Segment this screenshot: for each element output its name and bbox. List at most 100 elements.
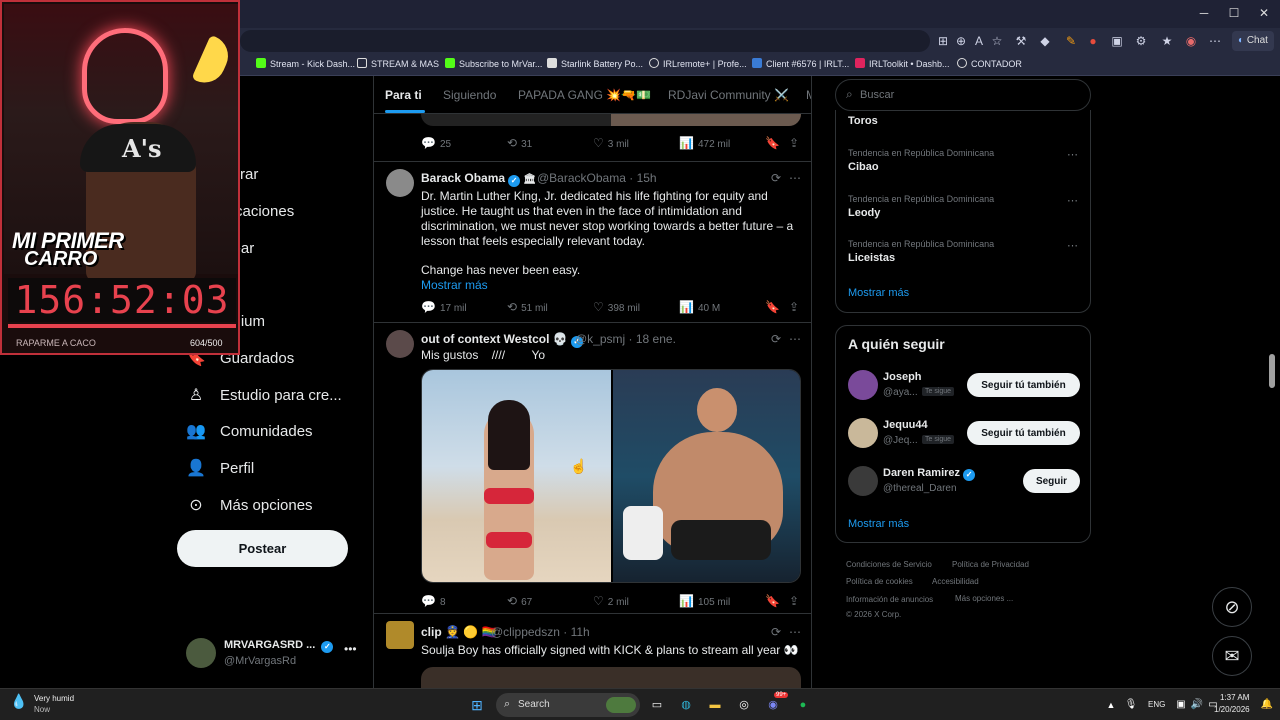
bookmark-button[interactable]: 🔖	[765, 136, 784, 150]
bookmark-button[interactable]: 🔖	[765, 594, 784, 608]
grok-explain-icon[interactable]: ⟳	[771, 625, 781, 639]
messages-fab-button[interactable]: ✉	[1212, 636, 1252, 676]
weather-widget[interactable]: 💧	[10, 693, 30, 715]
trend-item[interactable]: Tendencia en República Dominicana Leody …	[836, 190, 1090, 234]
clock-date[interactable]: 1/20/2026	[1214, 705, 1250, 714]
read-aloud-icon[interactable]: A	[970, 32, 988, 50]
windows-start-icon[interactable]: ⊞	[468, 697, 486, 713]
tab-papada-gang[interactable]: PAPADA GANG 💥🔫💵	[518, 88, 651, 102]
bookmark-item[interactable]: IRLremote+ | Profe...	[649, 58, 747, 69]
notifications-icon[interactable]: 🔔	[1258, 697, 1276, 713]
bookmark-item[interactable]: IRLToolkit • Dashb...	[855, 58, 950, 69]
like-button[interactable]: ♡ 3 mil	[593, 136, 629, 150]
extension-4-icon[interactable]: ●	[1084, 32, 1102, 50]
nav-more-options[interactable]: ⊙ Más opciones	[186, 490, 312, 520]
trend-more-icon[interactable]: ⋯	[1067, 194, 1078, 207]
tweet-more-icon[interactable]: ⋯	[789, 332, 801, 346]
footer-link[interactable]: Más opciones ...	[955, 594, 1013, 603]
tweet-clippedszn[interactable]: clip 👮 🟡 🏳️‍🌈 @clippedszn · 11h ⟳ ⋯ Soul…	[374, 615, 811, 688]
reply-button[interactable]: 💬 17 mil	[421, 300, 467, 314]
clock-time[interactable]: 1:37 AM	[1220, 693, 1249, 702]
app-available-icon[interactable]: ⊞	[934, 32, 952, 50]
trend-more-icon[interactable]: ⋯	[1067, 148, 1078, 161]
nav-creator-studio[interactable]: ♙ Estudio para cre...	[186, 380, 342, 410]
footer-link[interactable]: Accesibilidad	[932, 577, 979, 586]
tab-more[interactable]: M	[806, 88, 811, 102]
extension-3-icon[interactable]: ✎	[1062, 32, 1080, 50]
bookmark-item[interactable]: STREAM & MAS	[357, 58, 439, 69]
share-button[interactable]: ⇪	[789, 136, 803, 150]
language-indicator[interactable]: ENG	[1148, 700, 1165, 709]
bookmark-item[interactable]: Subscribe to MrVar...	[445, 58, 542, 69]
page-scrollbar[interactable]	[1266, 76, 1278, 688]
tweet-barack-obama[interactable]: Barack Obama ✓ 🏛 @BarackObama · 15h ⟳ ⋯ D…	[374, 163, 811, 323]
scrollbar-thumb[interactable]	[1269, 354, 1275, 388]
extension-2-icon[interactable]: ◆	[1036, 32, 1054, 50]
obs-icon[interactable]: ◎	[735, 697, 753, 713]
nav-communities[interactable]: 👥 Comunidades	[186, 416, 313, 446]
tweet-out-of-context-westcol[interactable]: out of context Westcol 💀 ✓ @k_psmj · 18 e…	[374, 324, 811, 614]
reply-button[interactable]: 💬 8	[421, 594, 446, 608]
favorites-icon[interactable]: ★	[1158, 32, 1176, 50]
tweet-more-icon[interactable]: ⋯	[789, 625, 801, 639]
account-more-icon[interactable]: •••	[344, 642, 357, 656]
follow-suggestion[interactable]: Joseph @aya... Te sigue Seguir tú tambié…	[836, 366, 1090, 410]
bookmark-item[interactable]: Stream - Kick Dash...	[256, 58, 355, 69]
address-bar[interactable]: ⊞ ⊕ A ☆	[240, 30, 1002, 52]
trend-item[interactable]: Tendencia en República Dominicana Liceis…	[836, 235, 1090, 279]
bookmark-item[interactable]: Starlink Battery Po...	[547, 58, 643, 69]
zoom-icon[interactable]: ⊕	[952, 32, 970, 50]
footer-link[interactable]: Condiciones de Servicio	[846, 560, 932, 569]
repost-button[interactable]: ⟲ 31	[507, 136, 532, 150]
footer-link[interactable]: Política de Privacidad	[952, 560, 1029, 569]
maximize-icon[interactable]: ☐	[1224, 6, 1244, 20]
tab-following[interactable]: Siguiendo	[443, 88, 496, 102]
views-button[interactable]: 📊 472 mil	[679, 136, 730, 150]
taskbar-search[interactable]: ⌕ Search	[496, 693, 640, 717]
search-box[interactable]: ⌕ Buscar	[835, 79, 1091, 111]
tweet-photo-1[interactable]	[422, 370, 611, 582]
bookmark-item[interactable]: CONTADOR	[957, 58, 1022, 69]
grok-explain-icon[interactable]: ⟳	[771, 171, 781, 185]
task-view-icon[interactable]: ▭	[648, 697, 666, 713]
bookmark-button[interactable]: 🔖	[765, 300, 784, 314]
favorite-star-icon[interactable]: ☆	[988, 32, 1006, 50]
tweet-media[interactable]	[421, 667, 801, 688]
minimize-icon[interactable]: ─	[1194, 6, 1214, 20]
post-button[interactable]: Postear	[177, 530, 348, 567]
extensions-icon[interactable]: ⚙	[1132, 32, 1150, 50]
menu-dots-icon[interactable]: ⋯	[1206, 32, 1224, 50]
tweet-photo-2[interactable]	[613, 370, 800, 582]
follow-suggestion[interactable]: Daren Ramirez ✓ @thereal_Daren Seguir	[836, 462, 1090, 506]
footer-link[interactable]: Información de anuncios	[846, 595, 933, 604]
close-icon[interactable]: ✕	[1254, 6, 1274, 20]
share-button[interactable]: ⇪	[789, 594, 803, 608]
views-button[interactable]: 📊 105 mil	[679, 594, 730, 608]
grok-fab-button[interactable]: ⊘	[1212, 587, 1252, 627]
like-button[interactable]: ♡ 398 mil	[593, 300, 640, 314]
reply-button[interactable]: 💬 25	[421, 136, 451, 150]
trend-more-icon[interactable]: ⋯	[1067, 239, 1078, 252]
tab-rdjavi-community[interactable]: RDJavi Community ⚔️	[668, 88, 789, 102]
tab-for-you[interactable]: Para ti	[385, 88, 422, 102]
follow-button[interactable]: Seguir	[1023, 469, 1080, 493]
trend-item[interactable]: Tendencia en República Dominicana Cibao …	[836, 144, 1090, 188]
follow-suggestion[interactable]: Jequu44 @Jeq... Te sigue Seguir tú tambi…	[836, 414, 1090, 458]
extension-1-icon[interactable]: ⚒	[1012, 32, 1030, 50]
extension-5-icon[interactable]: ▣	[1108, 32, 1126, 50]
file-explorer-icon[interactable]: ▬	[706, 697, 724, 713]
like-button[interactable]: ♡ 2 mil	[593, 594, 629, 608]
copilot-chat-button[interactable]: ◐ Chat	[1232, 31, 1274, 51]
views-button[interactable]: 📊 40 M	[679, 300, 720, 314]
tweet-more-icon[interactable]: ⋯	[789, 171, 801, 185]
grok-explain-icon[interactable]: ⟳	[771, 332, 781, 346]
edge-icon[interactable]: ◍	[677, 697, 695, 713]
share-button[interactable]: ⇪	[789, 300, 803, 314]
tray-expand-icon[interactable]: ▲	[1102, 697, 1120, 713]
trends-show-more[interactable]: Mostrar más	[848, 287, 909, 299]
follow-show-more[interactable]: Mostrar más	[848, 518, 909, 530]
microphone-icon[interactable]: 🎙	[1122, 697, 1140, 713]
trend-item[interactable]: Toros	[836, 110, 1090, 146]
tweet-media-grid[interactable]	[421, 369, 801, 583]
bookmark-item[interactable]: Client #6576 | IRLT...	[752, 58, 849, 69]
